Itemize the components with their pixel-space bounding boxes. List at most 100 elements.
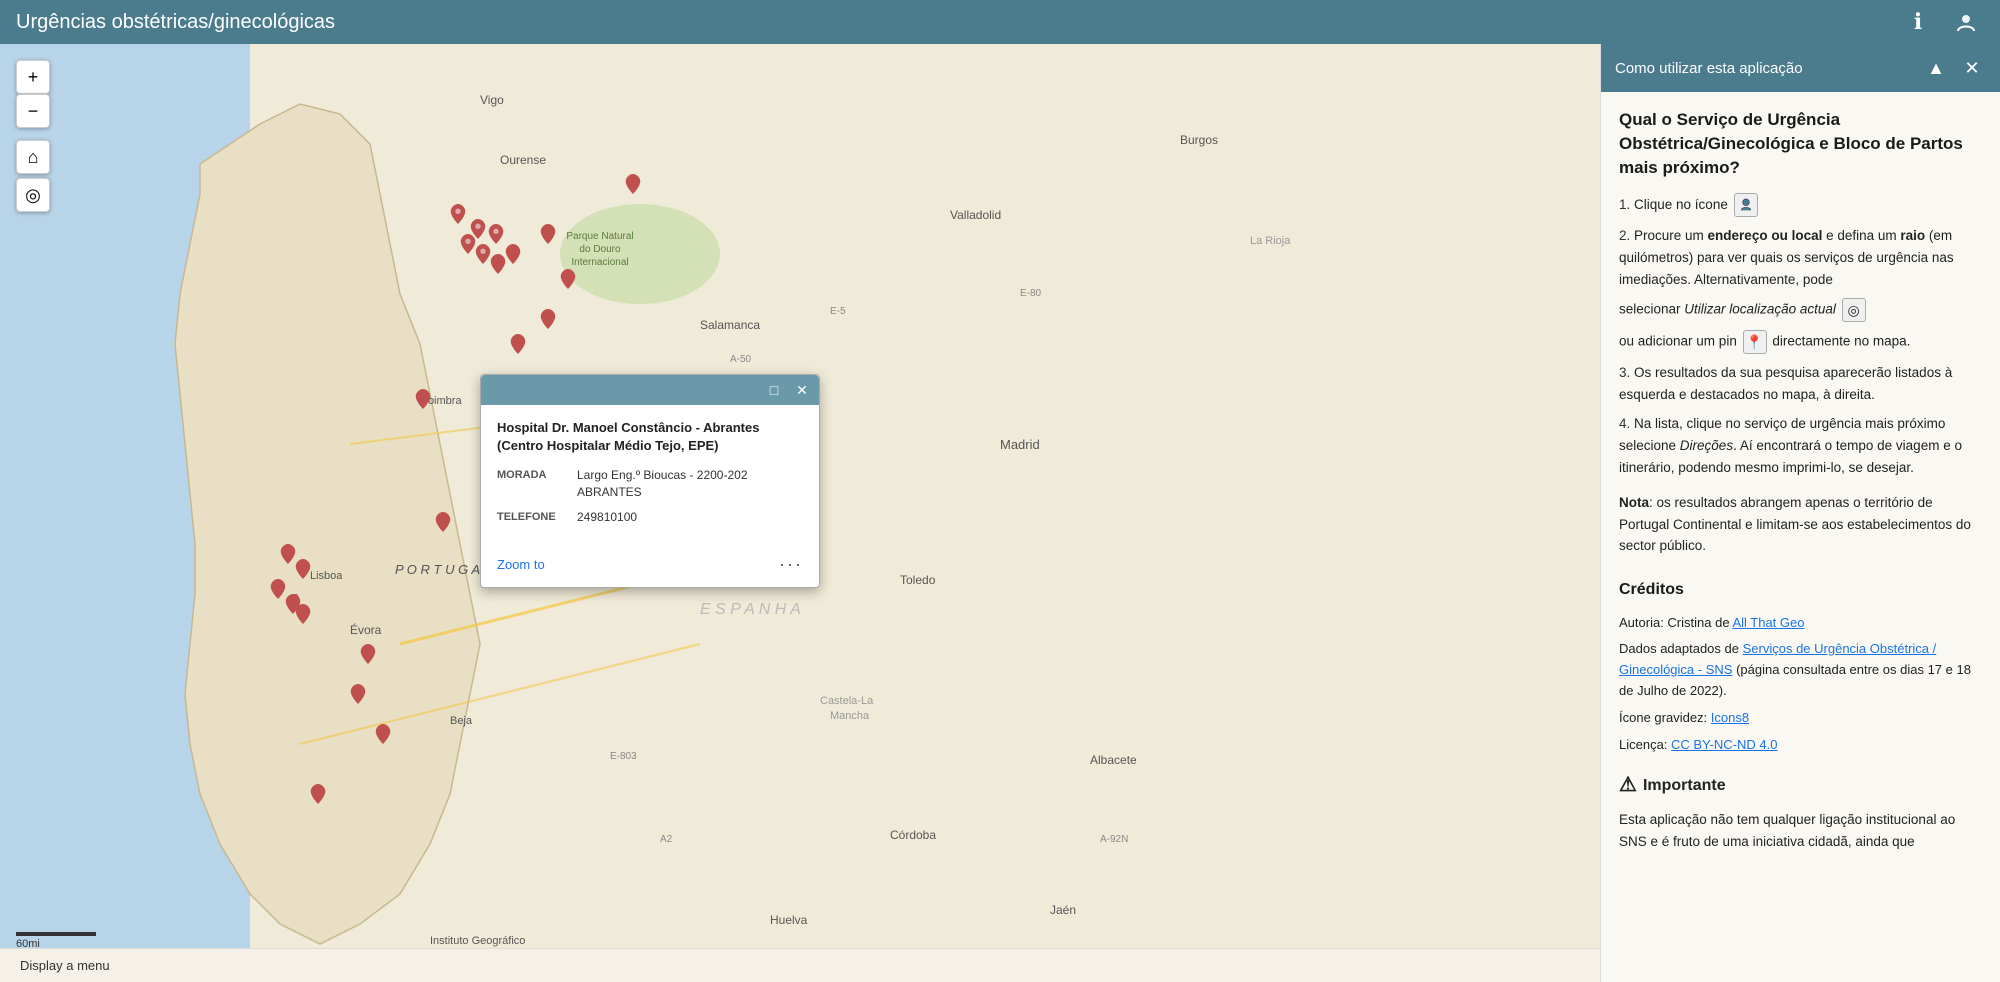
all-that-geo-link[interactable]: All That Geo [1732, 615, 1804, 630]
svg-text:Castela-La: Castela-La [820, 695, 874, 707]
map-pin[interactable] [475, 244, 491, 264]
map-pin[interactable] [310, 784, 326, 804]
credit-icone: Ícone gravidez: Icons8 [1619, 708, 1982, 729]
popup-label-telefone: TELEFONE [497, 509, 577, 526]
credits-title: Créditos [1619, 577, 1982, 603]
step-1: 1. Clique no ícone [1619, 193, 1982, 217]
svg-text:A-92N: A-92N [1100, 834, 1128, 845]
step-3: 3. Os resultados da sua pesquisa aparece… [1619, 362, 1982, 405]
map-pin[interactable] [490, 254, 506, 274]
locate-button[interactable]: ◎ [16, 178, 50, 212]
home-button[interactable]: ⌂ [16, 140, 50, 174]
header-icons: ℹ [1900, 4, 1984, 40]
bottom-bar: Display a menu [0, 948, 1600, 982]
svg-text:Huelva: Huelva [770, 913, 808, 927]
popup-value-morada: Largo Eng.º Bioucas - 2200-202 ABRANTES [577, 467, 803, 501]
svg-text:E-80: E-80 [1020, 288, 1042, 299]
zoom-to-link[interactable]: Zoom to [497, 557, 545, 572]
user-location-button[interactable] [1948, 4, 1984, 40]
importante-header: ⚠ Importante [1619, 769, 1982, 801]
zoom-out-button[interactable]: − [16, 94, 50, 128]
map-pin[interactable] [488, 224, 504, 244]
popup-close-button[interactable]: ✕ [791, 379, 813, 401]
popup-field-morada: MORADA Largo Eng.º Bioucas - 2200-202 AB… [497, 467, 803, 501]
svg-text:A-50: A-50 [730, 354, 752, 365]
sidebar: Como utilizar esta aplicação ▲ ✕ Qual o … [1600, 44, 2000, 982]
svg-text:Albacete: Albacete [1090, 753, 1137, 767]
popup-label-morada: MORADA [497, 467, 577, 501]
svg-text:Beja: Beja [450, 715, 473, 727]
zoom-in-button[interactable]: + [16, 60, 50, 94]
svg-text:Ourense: Ourense [500, 153, 546, 167]
svg-text:Vigo: Vigo [480, 93, 504, 107]
map-pin[interactable] [625, 174, 641, 194]
popup-title: Hospital Dr. Manoel Constâncio - Abrante… [497, 419, 803, 455]
display-menu-button[interactable]: Display a menu [12, 954, 118, 977]
map-pin[interactable] [270, 579, 286, 599]
svg-text:Madrid: Madrid [1000, 437, 1040, 452]
map-pin[interactable] [350, 684, 366, 704]
importante-title: Importante [1643, 773, 1726, 799]
scale-line [16, 932, 96, 936]
svg-text:Jaén: Jaén [1050, 903, 1076, 917]
map-pin[interactable] [375, 724, 391, 744]
svg-text:Évora: Évora [350, 622, 382, 637]
svg-text:do Douro: do Douro [579, 244, 621, 255]
map-container[interactable]: Ourense Vigo Salamanca Valladolid Burgos… [0, 44, 1600, 982]
map-pin[interactable] [505, 244, 521, 264]
map-pin[interactable] [560, 269, 576, 289]
step-2: 2. Procure um endereço ou local e defina… [1619, 225, 1982, 290]
sidebar-close-button[interactable]: ✕ [1958, 54, 1986, 82]
map-pin[interactable] [540, 309, 556, 329]
sidebar-content: Qual o Serviço de Urgência Obstétrica/Gi… [1601, 92, 2000, 868]
svg-text:Instituto Geográfico: Instituto Geográfico [430, 935, 525, 947]
warning-icon: ⚠ [1619, 769, 1637, 801]
map-pin[interactable] [295, 604, 311, 624]
svg-text:E S P A N H A: E S P A N H A [700, 601, 801, 618]
locate-icon: ◎ [1842, 298, 1866, 322]
pin-icon: 📍 [1743, 330, 1767, 354]
svg-text:Parque Natural: Parque Natural [566, 231, 633, 242]
svg-text:Internacional: Internacional [571, 257, 628, 268]
svg-text:Toledo: Toledo [900, 573, 936, 587]
popup-footer: Zoom to ··· [481, 548, 819, 587]
popup-value-telefone: 249810100 [577, 509, 803, 526]
importante-section: ⚠ Importante Esta aplicação não tem qual… [1619, 769, 1982, 852]
map-pin[interactable] [295, 559, 311, 579]
sns-link[interactable]: Serviços de Urgência Obstétrica / Gineco… [1619, 641, 1936, 677]
map-pin[interactable] [540, 224, 556, 244]
map-pin[interactable] [415, 389, 431, 409]
note-section: Nota: os resultados abrangem apenas o te… [1619, 492, 1982, 557]
credits-section: Créditos Autoria: Cristina de All That G… [1619, 577, 1982, 755]
icons8-link[interactable]: Icons8 [1711, 710, 1749, 725]
popup-field-telefone: TELEFONE 249810100 [497, 509, 803, 526]
map-pin[interactable] [435, 512, 451, 532]
license-link[interactable]: CC BY-NC-ND 4.0 [1671, 737, 1777, 752]
map-controls: + − ⌂ ◎ [16, 60, 50, 212]
app-title: Urgências obstétricas/ginecológicas [16, 11, 335, 34]
main-area: Ourense Vigo Salamanca Valladolid Burgos… [0, 44, 2000, 982]
app-header: Urgências obstétricas/ginecológicas ℹ [0, 0, 2000, 44]
map-pin[interactable] [280, 544, 296, 564]
more-options-button[interactable]: ··· [779, 554, 803, 575]
map-pin[interactable] [460, 234, 476, 254]
svg-text:Burgos: Burgos [1180, 133, 1218, 147]
map-pin[interactable] [450, 204, 466, 224]
credit-autoria: Autoria: Cristina de All That Geo [1619, 613, 1982, 634]
map-pin[interactable] [360, 644, 376, 664]
sidebar-controls: ▲ ✕ [1922, 54, 1986, 82]
zoom-controls: + − [16, 60, 50, 128]
info-button[interactable]: ℹ [1900, 4, 1936, 40]
map-pin[interactable] [510, 334, 526, 354]
step-4: 4. Na lista, clique no serviço de urgênc… [1619, 413, 1982, 478]
sidebar-collapse-button[interactable]: ▲ [1922, 54, 1950, 82]
svg-text:P O R T U G A L: P O R T U G A L [395, 562, 490, 577]
svg-text:E-5: E-5 [830, 306, 846, 317]
popup-minimize-button[interactable]: □ [763, 379, 785, 401]
location-popup: □ ✕ Hospital Dr. Manoel Constâncio - Abr… [480, 374, 820, 588]
sidebar-title: Como utilizar esta aplicação [1615, 60, 1803, 77]
svg-text:Córdoba: Córdoba [890, 828, 936, 842]
svg-text:Mancha: Mancha [830, 710, 870, 722]
credit-dados: Dados adaptados de Serviços de Urgência … [1619, 639, 1982, 701]
main-question: Qual o Serviço de Urgência Obstétrica/Gi… [1619, 108, 1982, 179]
